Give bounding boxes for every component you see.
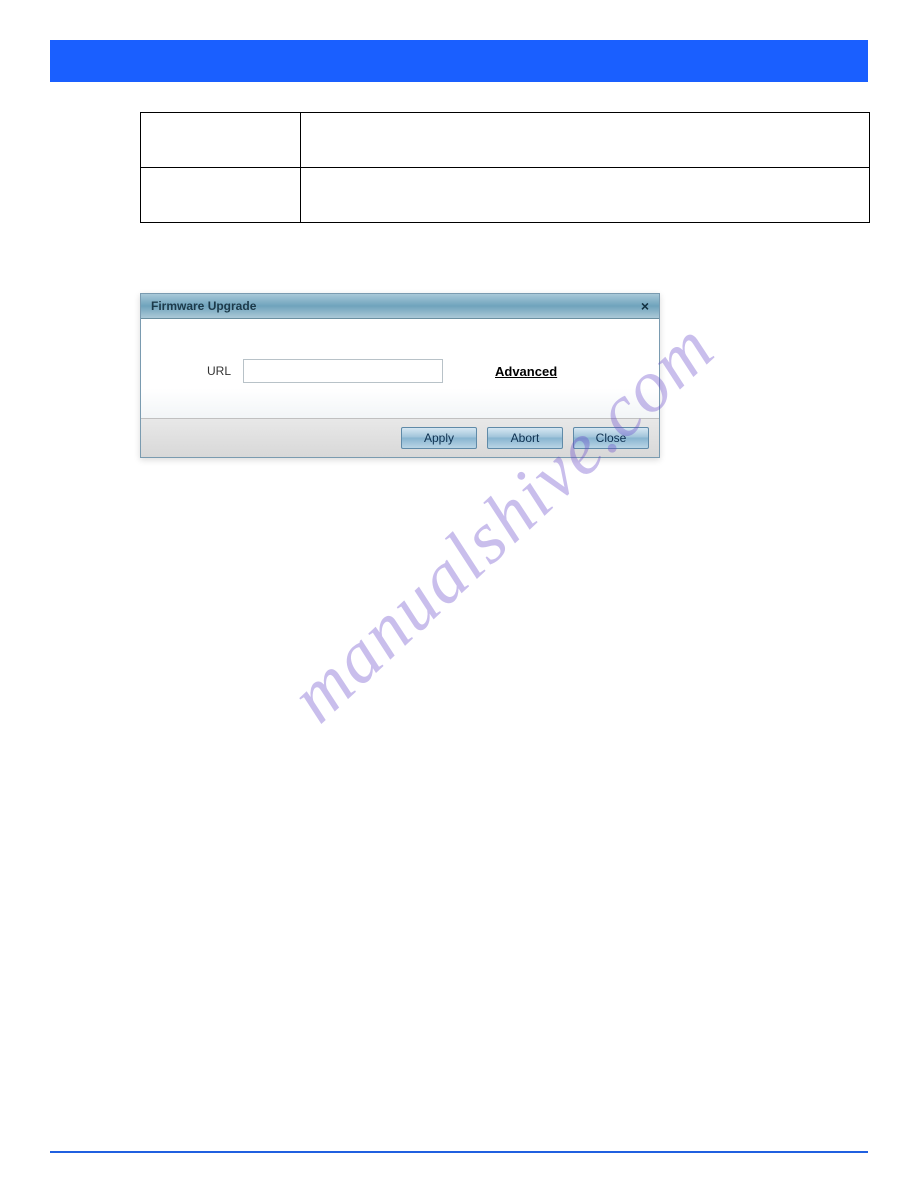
apply-button[interactable]: Apply xyxy=(401,427,477,449)
advanced-link[interactable]: Advanced xyxy=(495,364,557,379)
table-cell xyxy=(301,168,870,223)
header-bar xyxy=(50,40,868,82)
abort-button[interactable]: Abort xyxy=(487,427,563,449)
table-cell xyxy=(141,168,301,223)
dialog-footer: Apply Abort Close xyxy=(141,418,659,457)
url-label: URL xyxy=(171,364,231,378)
data-table xyxy=(140,112,870,223)
table-cell xyxy=(141,113,301,168)
close-button[interactable]: Close xyxy=(573,427,649,449)
footer-divider xyxy=(50,1151,868,1153)
dialog-header: Firmware Upgrade × xyxy=(141,294,659,319)
table-row xyxy=(141,168,870,223)
dialog-container: Firmware Upgrade × URL Advanced Apply Ab… xyxy=(140,293,660,458)
firmware-upgrade-dialog: Firmware Upgrade × URL Advanced Apply Ab… xyxy=(140,293,660,458)
close-icon[interactable]: × xyxy=(641,298,649,314)
dialog-title: Firmware Upgrade xyxy=(151,299,256,313)
table-cell xyxy=(301,113,870,168)
table-row xyxy=(141,113,870,168)
url-input[interactable] xyxy=(243,359,443,383)
dialog-body: URL Advanced xyxy=(141,319,659,418)
page-container: Firmware Upgrade × URL Advanced Apply Ab… xyxy=(0,0,918,1188)
